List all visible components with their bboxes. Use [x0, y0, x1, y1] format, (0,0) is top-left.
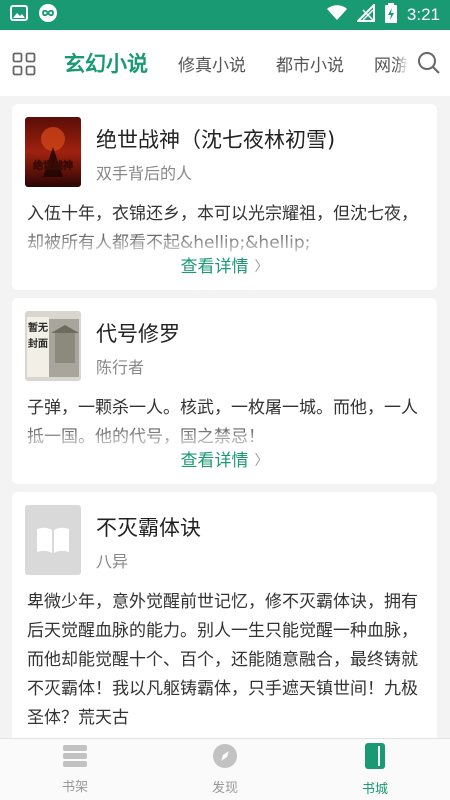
chevron-right-icon: 〉 — [254, 259, 269, 275]
cover-text-bottom: 封面 — [28, 337, 48, 350]
battery-icon — [384, 2, 397, 28]
status-bar: 3:21 — [0, 0, 450, 30]
chevron-right-icon: 〉 — [254, 453, 269, 469]
tab-dushi[interactable]: 都市小说 — [276, 51, 344, 76]
book-author: 双手背后的人 — [96, 164, 193, 183]
nav-label: 发现 — [211, 781, 238, 796]
book-list: 绝世战神 绝世战神（沈七夜林初雪) 双手背后的人 入伍十年，衣锦还乡，本可以光宗… — [0, 96, 450, 738]
book-placeholder-cover — [25, 505, 81, 575]
tab-xuanhuan[interactable]: 玄幻小说 — [64, 48, 148, 78]
book-title[interactable]: 绝世战神（沈七夜林初雪) — [96, 124, 335, 154]
wifi-icon — [326, 4, 347, 26]
book-card[interactable]: 不灭霸体诀 八异 卑微少年，意外觉醒前世记忆，修不灭霸体诀，拥有后天觉醒血脉的能… — [12, 492, 437, 738]
app-notification-icon — [38, 3, 58, 27]
book-title[interactable]: 不灭霸体诀 — [96, 512, 201, 542]
clock-time: 3:21 — [406, 5, 440, 24]
bottom-navigation: 书架 发现 书城 — [0, 738, 450, 800]
view-details-label: 查看详情 — [180, 451, 249, 471]
book-card[interactable]: 绝世战神 绝世战神（沈七夜林初雪) 双手背后的人 入伍十年，衣锦还乡，本可以光宗… — [12, 104, 437, 290]
book-description: 卑微少年，意外觉醒前世记忆，修不灭霸体诀，拥有后天觉醒血脉的能力。别人一生只能觉… — [27, 592, 418, 728]
no-signal-icon — [355, 2, 375, 27]
view-details-link[interactable]: 查看详情〉 — [12, 252, 437, 277]
book-cover-image: 绝世战神 — [25, 117, 81, 187]
category-tabs: 玄幻小说 修真小说 都市小说 网游小说 — [64, 30, 450, 96]
image-notification-icon — [10, 5, 28, 25]
bookshelf-icon — [61, 744, 89, 772]
book-author: 陈行者 — [96, 358, 145, 377]
book-cover-image: 暂无 封面 — [25, 311, 81, 381]
book-description: 子弹，一颗杀一人。核武，一枚屠一城。而他，一人抵一国。他的代号，国之禁忌！ — [27, 398, 418, 446]
nav-bookshelf[interactable]: 书架 — [0, 739, 150, 800]
search-icon[interactable] — [408, 30, 450, 96]
book-description: 入伍十年，衣锦还乡，本可以光宗耀祖，但沈七夜，却被所有人都看不起&hellip;… — [27, 204, 418, 252]
compass-icon — [212, 743, 238, 773]
nav-label: 书城 — [361, 782, 388, 797]
view-details-link[interactable]: 查看详情〉 — [12, 446, 437, 471]
cover-text-top: 暂无 — [28, 321, 48, 334]
book-card[interactable]: 暂无 封面 代号修罗 陈行者 子弹，一颗杀一人。核武，一枚屠一城。而他，一人抵一… — [12, 298, 437, 484]
book-author: 八异 — [96, 552, 129, 571]
tab-xiuzhen[interactable]: 修真小说 — [178, 51, 246, 76]
nav-bookstore[interactable]: 书城 — [300, 739, 450, 800]
book-title[interactable]: 代号修罗 — [96, 318, 180, 348]
category-tab-bar: 玄幻小说 修真小说 都市小说 网游小说 — [0, 30, 450, 96]
category-grid-icon[interactable] — [12, 52, 36, 76]
cover-title: 绝世战神 — [33, 159, 73, 172]
bookstore-icon — [364, 742, 386, 774]
nav-discover[interactable]: 发现 — [150, 739, 300, 800]
nav-label: 书架 — [61, 780, 88, 795]
view-details-label: 查看详情 — [180, 257, 249, 277]
open-book-icon — [25, 505, 81, 575]
